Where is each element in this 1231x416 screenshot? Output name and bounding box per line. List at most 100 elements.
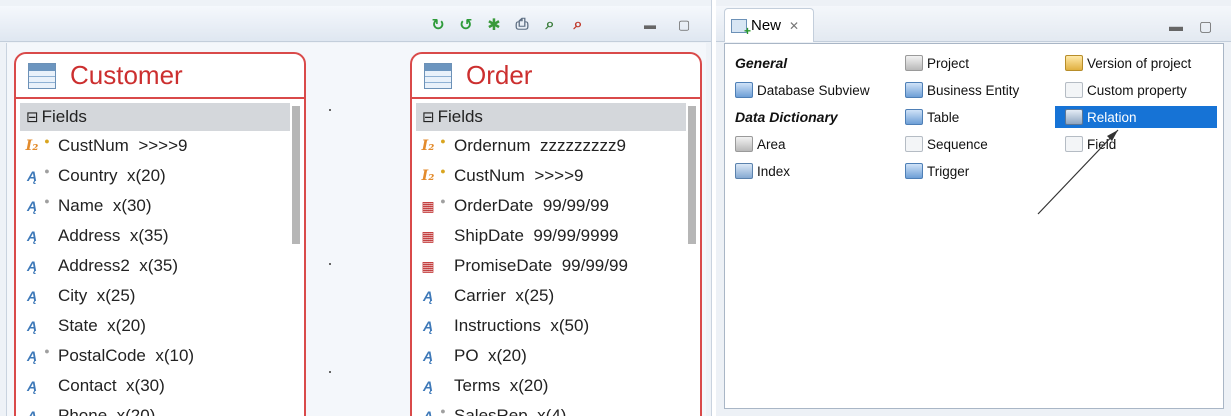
collapse-icon[interactable]: ⊟ (26, 108, 39, 126)
field-row[interactable]: Ą ● SalesRep x(4) (412, 401, 700, 416)
field-row[interactable]: I₂ ● CustNum >>>>9 (412, 161, 700, 191)
zoom-in-icon[interactable]: ⌕ (540, 15, 560, 35)
area-icon (735, 136, 753, 152)
palette-item-area[interactable]: Area (735, 133, 786, 155)
tab-label: New (751, 17, 782, 34)
field-format: 99/99/99 (542, 196, 610, 215)
table-icon (28, 62, 56, 89)
palette-item-version-of-project[interactable]: Version of project (1065, 52, 1191, 74)
character-field-icon: Ą (26, 258, 38, 274)
field-row[interactable]: Ą ● Name x(30) (16, 191, 304, 221)
collapse-icon[interactable]: ⊟ (422, 108, 435, 126)
field-row[interactable]: Ą● City x(25) (16, 281, 304, 311)
no-key-marker: ● (42, 316, 52, 336)
field-row[interactable]: Ą ● PostalCode x(10) (16, 341, 304, 371)
palette-item-relation[interactable]: Relation (1055, 106, 1217, 128)
entity-customer[interactable]: Customer ⊟ Fields I₂ ● CustNum >>>>9 Ą ● Coun… (14, 52, 306, 416)
key-icon: ● (44, 346, 50, 356)
layout-icon[interactable]: ✱ (484, 15, 504, 35)
field-row[interactable]: I₂ ● CustNum >>>>9 (16, 131, 304, 161)
entity-title-row: Customer (16, 54, 304, 99)
zoom-out-icon[interactable]: ⌕ (568, 15, 588, 35)
field-name: PromiseDate (454, 256, 553, 275)
field-name: Contact (58, 376, 117, 395)
palette-item-business-entity[interactable]: Business Entity (905, 79, 1019, 101)
key-icon: ● (44, 166, 50, 176)
no-key-marker: ● (438, 376, 448, 396)
field-row[interactable]: Ą● Address2 x(35) (16, 251, 304, 281)
field-row[interactable]: Ą● Carrier x(25) (412, 281, 700, 311)
table-icon (424, 62, 452, 89)
index-icon (735, 163, 753, 179)
field-format: x(20) (116, 406, 156, 416)
entity-order[interactable]: Order ⊟ Fields I₂ ● Ordernum zzzzzzzzz9 I₂ ●… (410, 52, 702, 416)
field-format: x(20) (488, 346, 527, 365)
field-row[interactable]: ▦● ShipDate 99/99/9999 (412, 221, 700, 251)
field-row[interactable]: Ą● Instructions x(50) (412, 311, 700, 341)
no-key-marker: ● (438, 346, 448, 366)
fields-list: I₂ ● Ordernum zzzzzzzzz9 I₂ ● CustNum >>>>9 ▦ ●… (412, 131, 700, 416)
field-name: PO (454, 346, 479, 365)
undo-icon[interactable]: ↺ (456, 15, 476, 35)
sequence-icon (905, 136, 923, 152)
maximize-icon[interactable]: ▢ (674, 15, 694, 35)
palette-item-label: General (735, 55, 788, 71)
field-name: ShipDate (454, 226, 524, 245)
minimize-icon[interactable]: ▬ (640, 15, 660, 35)
character-field-icon: Ą (26, 318, 38, 334)
palette-item-project[interactable]: Project (905, 52, 969, 74)
character-field-icon: Ą (422, 408, 434, 416)
field-row[interactable]: Ą● Address x(35) (16, 221, 304, 251)
minimize-icon[interactable]: ▬ (1169, 18, 1183, 34)
field-row[interactable]: Ą● Terms x(20) (412, 371, 700, 401)
scrollbar[interactable] (688, 106, 696, 244)
palette-item-label: Version of project (1087, 55, 1192, 71)
field-row[interactable]: ▦ ● OrderDate 99/99/99 (412, 191, 700, 221)
maximize-icon[interactable]: ▢ (1199, 18, 1212, 35)
field-format: x(25) (515, 286, 555, 305)
field-name: OrderDate (454, 196, 534, 215)
new-view: New ✕ ▬ ▢ General Project Version of proje… (716, 0, 1231, 416)
field-format: x(20) (107, 316, 146, 335)
palette-item-custom-property[interactable]: Custom property (1065, 79, 1187, 101)
entity-title: Order (466, 60, 533, 90)
palette-item-field[interactable]: Field (1065, 133, 1116, 155)
scrollbar[interactable] (292, 106, 300, 244)
tab-new[interactable]: New ✕ (724, 8, 814, 42)
custom-property-icon (1065, 82, 1083, 98)
palette-item-sequence[interactable]: Sequence (905, 133, 988, 155)
palette-item-trigger[interactable]: Trigger (905, 160, 969, 182)
fields-group-header[interactable]: ⊟ Fields (416, 103, 686, 131)
field-name: City (58, 286, 88, 305)
redo-icon[interactable]: ↻ (428, 15, 448, 35)
grid-dot (329, 371, 331, 373)
field-row[interactable]: I₂ ● Ordernum zzzzzzzzz9 (412, 131, 700, 161)
palette-item-label: Data Dictionary (735, 109, 838, 125)
key-icon: ● (440, 166, 446, 176)
character-field-icon: Ą (26, 288, 38, 304)
fields-group-header[interactable]: ⊟ Fields (20, 103, 290, 131)
key-icon: ● (440, 406, 446, 416)
business-entity-icon (905, 82, 923, 98)
palette-item-database-subview[interactable]: Database Subview (735, 79, 870, 101)
palette-group-general: General (735, 52, 787, 74)
field-row[interactable]: Ą● PO x(20) (412, 341, 700, 371)
print-icon[interactable]: ⎙ (512, 15, 532, 35)
palette-group-data-dictionary: Data Dictionary (735, 106, 838, 128)
version-folder-icon (1065, 55, 1083, 71)
no-key-marker: ● (438, 226, 448, 246)
palette-item-index[interactable]: Index (735, 160, 790, 182)
field-row[interactable]: Ą ● Country x(20) (16, 161, 304, 191)
field-row[interactable]: ▦● PromiseDate 99/99/99 (412, 251, 700, 281)
no-key-marker: ● (42, 406, 52, 416)
palette-item-label: Sequence (927, 136, 988, 152)
palette-item-table[interactable]: Table (905, 106, 959, 128)
field-row[interactable]: Ą ● Phone x(20) (16, 401, 304, 416)
character-field-icon: Ą (422, 378, 434, 394)
field-row[interactable]: Ą● Contact x(30) (16, 371, 304, 401)
palette-item-label: Custom property (1087, 82, 1187, 98)
field-row[interactable]: Ą● State x(20) (16, 311, 304, 341)
close-icon[interactable]: ✕ (789, 19, 799, 33)
no-key-marker: ● (42, 226, 52, 246)
field-format: x(30) (112, 196, 152, 215)
